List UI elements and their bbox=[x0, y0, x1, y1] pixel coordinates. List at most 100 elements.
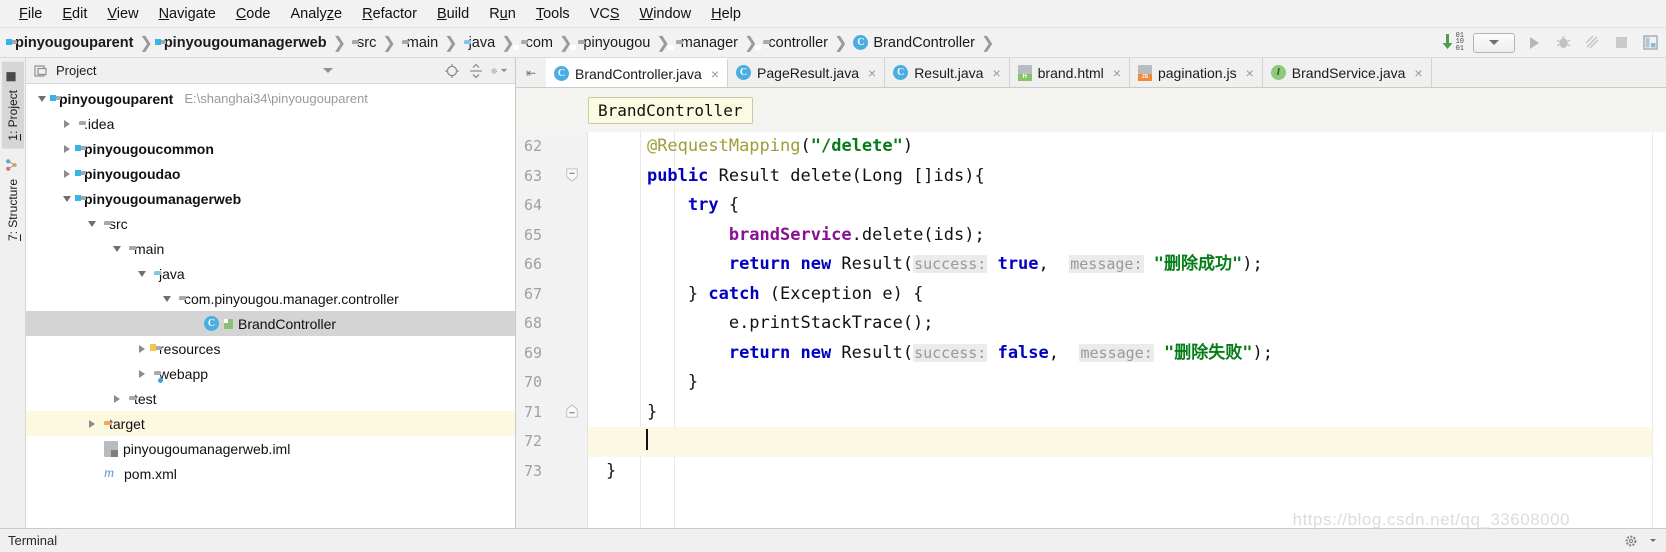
breadcrumb-com[interactable]: com bbox=[519, 35, 555, 51]
binary-digits: 01 10 01 bbox=[1455, 32, 1464, 53]
terminal-tool-button[interactable]: Terminal bbox=[8, 533, 57, 548]
tree-node-src[interactable]: src bbox=[26, 211, 515, 236]
code-line-67[interactable]: } catch (Exception e) { bbox=[588, 280, 1652, 310]
tree-node-webapp[interactable]: webapp bbox=[26, 361, 515, 386]
menu-item-tools[interactable]: Tools bbox=[527, 3, 579, 25]
line-number-gutter[interactable]: 62 63 64 65 66 67 68 69 70 71 72 73 bbox=[516, 132, 588, 528]
code-line-63[interactable]: public Result delete(Long []ids){ bbox=[588, 162, 1652, 192]
chevron-right-icon[interactable] bbox=[60, 169, 74, 178]
close-icon[interactable]: × bbox=[711, 66, 719, 82]
tree-node-main[interactable]: main bbox=[26, 236, 515, 261]
menu-item-edit[interactable]: Edit bbox=[53, 3, 96, 25]
tree-node-pom-xml[interactable]: m pom.xml bbox=[26, 461, 515, 486]
editor-tab-brand-html[interactable]: brand.html × bbox=[1009, 58, 1130, 87]
code-line-62[interactable]: @RequestMapping("/delete") bbox=[588, 132, 1652, 162]
menu-item-build[interactable]: Build bbox=[428, 3, 478, 25]
sticky-class-breadcrumb[interactable]: BrandController bbox=[588, 96, 753, 124]
tree-node--idea[interactable]: .idea bbox=[26, 111, 515, 136]
menu-item-navigate[interactable]: Navigate bbox=[150, 3, 225, 25]
menu-item-view[interactable]: View bbox=[98, 3, 147, 25]
breadcrumb-manager[interactable]: manager bbox=[674, 35, 740, 51]
gear-icon[interactable] bbox=[491, 62, 509, 80]
chevron-right-icon[interactable] bbox=[110, 394, 124, 403]
menu-item-analyze[interactable]: Analyze bbox=[282, 3, 352, 25]
chevron-down-icon[interactable] bbox=[110, 245, 124, 252]
close-icon[interactable]: × bbox=[1246, 65, 1254, 81]
code-line-71[interactable]: } bbox=[588, 398, 1652, 428]
close-icon[interactable]: × bbox=[1113, 65, 1121, 81]
run-configuration-selector[interactable] bbox=[1473, 32, 1515, 53]
breadcrumb-controller[interactable]: controller bbox=[761, 35, 830, 51]
tree-node-pinyougoumanagerweb[interactable]: pinyougoumanagerweb bbox=[26, 186, 515, 211]
editor-tab-brandservice-java[interactable]: I BrandService.java × bbox=[1262, 58, 1432, 87]
breadcrumb-pinyougou[interactable]: pinyougou bbox=[576, 35, 652, 51]
tool-window-button-project[interactable]: 1: Project bbox=[1, 62, 24, 149]
chevron-right-icon[interactable] bbox=[135, 369, 149, 378]
editor-tab-result-java[interactable]: C Result.java × bbox=[885, 58, 1010, 87]
chevron-down-icon[interactable] bbox=[85, 220, 99, 227]
collapse-all-icon[interactable] bbox=[467, 62, 485, 80]
chevron-right-icon[interactable] bbox=[135, 344, 149, 353]
stop-icon[interactable] bbox=[1611, 33, 1631, 53]
editor-tab-pagination-js[interactable]: pagination.js × bbox=[1129, 58, 1263, 87]
chevron-right-icon[interactable] bbox=[85, 419, 99, 428]
chevron-right-icon[interactable] bbox=[60, 144, 74, 153]
project-tree[interactable]: pinyougouparent E:\shanghai34\pinyougoupa… bbox=[26, 84, 515, 528]
code-line-65[interactable]: brandService.delete(ids); bbox=[588, 221, 1652, 251]
tree-node-pinyougoumanagerweb-iml[interactable]: pinyougoumanagerweb.iml bbox=[26, 436, 515, 461]
tool-window-button-structure[interactable]: 7: Structure bbox=[2, 149, 24, 249]
chevron-down-icon[interactable] bbox=[319, 62, 337, 80]
editor-tab-pageresult-java[interactable]: C PageResult.java × bbox=[728, 58, 886, 87]
menu-item-refactor[interactable]: Refactor bbox=[353, 3, 426, 25]
breadcrumb-src[interactable]: src bbox=[350, 35, 378, 51]
menu-item-help[interactable]: Help bbox=[702, 3, 750, 25]
code-line-66[interactable]: return new Result(success: true, message… bbox=[588, 250, 1652, 280]
tree-node-pinyougoucommon[interactable]: pinyougoucommon bbox=[26, 136, 515, 161]
chevron-down-icon[interactable] bbox=[135, 270, 149, 277]
tree-node-test[interactable]: test bbox=[26, 386, 515, 411]
tree-node-target[interactable]: target bbox=[26, 411, 515, 436]
coverage-icon[interactable] bbox=[1582, 33, 1602, 53]
close-icon[interactable]: × bbox=[868, 65, 876, 81]
code-line-64[interactable]: try { bbox=[588, 191, 1652, 221]
chevron-right-icon[interactable] bbox=[60, 119, 74, 128]
tree-node-pinyougouparent[interactable]: pinyougouparent E:\shanghai34\pinyougoupa… bbox=[26, 86, 515, 111]
breadcrumb-main[interactable]: main bbox=[400, 35, 440, 51]
breadcrumb-java[interactable]: java bbox=[462, 35, 498, 51]
code-line-72[interactable] bbox=[588, 427, 1652, 457]
code-line-70[interactable]: } bbox=[588, 368, 1652, 398]
menu-item-code[interactable]: Code bbox=[227, 3, 280, 25]
chevron-down-icon[interactable] bbox=[60, 195, 74, 202]
breadcrumb-pinyougoumanagerweb[interactable]: pinyougoumanagerweb bbox=[157, 35, 329, 51]
tree-node-com-pinyougou-manager-controller[interactable]: com.pinyougou.manager.controller bbox=[26, 286, 515, 311]
tree-node-resources[interactable]: resources bbox=[26, 336, 515, 361]
tab-list-button[interactable]: ⇤ bbox=[516, 58, 546, 87]
update-project-icon[interactable]: 01 10 01 bbox=[1441, 33, 1464, 52]
scroll-from-source-icon[interactable] bbox=[443, 62, 461, 80]
breadcrumb-pinyougouparent[interactable]: pinyougouparent bbox=[8, 35, 135, 51]
menu-item-run[interactable]: Run bbox=[480, 3, 525, 25]
tree-node-java[interactable]: java bbox=[26, 261, 515, 286]
tree-node-pinyougoudao[interactable]: pinyougoudao bbox=[26, 161, 515, 186]
menu-item-vcs[interactable]: VCS bbox=[581, 3, 629, 25]
editor-tab-brandcontroller-java[interactable]: C BrandController.java × bbox=[546, 58, 729, 87]
chevron-down-icon[interactable] bbox=[35, 95, 49, 102]
layout-icon[interactable] bbox=[1640, 33, 1660, 53]
menu-item-window[interactable]: Window bbox=[631, 3, 701, 25]
debug-icon[interactable] bbox=[1553, 33, 1573, 53]
editor-scrollbar[interactable] bbox=[1652, 132, 1666, 528]
code-line-68[interactable]: e.printStackTrace(); bbox=[588, 309, 1652, 339]
code-line-69[interactable]: return new Result(success: false, messag… bbox=[588, 339, 1652, 369]
close-icon[interactable]: × bbox=[992, 65, 1000, 81]
code-text-area[interactable]: @RequestMapping("/delete") public Result… bbox=[588, 132, 1652, 528]
code-editor[interactable]: 62 63 64 65 66 67 68 69 70 71 72 73 @RequestMapping… bbox=[516, 132, 1666, 528]
tree-node-brandcontroller[interactable]: C BrandController bbox=[26, 311, 515, 336]
gear-icon[interactable] bbox=[1622, 532, 1640, 550]
close-icon[interactable]: × bbox=[1414, 65, 1422, 81]
code-line-73[interactable]: } bbox=[588, 457, 1652, 487]
run-icon[interactable] bbox=[1524, 33, 1544, 53]
breadcrumb-brandcontroller[interactable]: C BrandController bbox=[851, 35, 977, 51]
chevron-down-icon[interactable] bbox=[1650, 539, 1656, 542]
menu-item-file[interactable]: File bbox=[10, 3, 51, 25]
